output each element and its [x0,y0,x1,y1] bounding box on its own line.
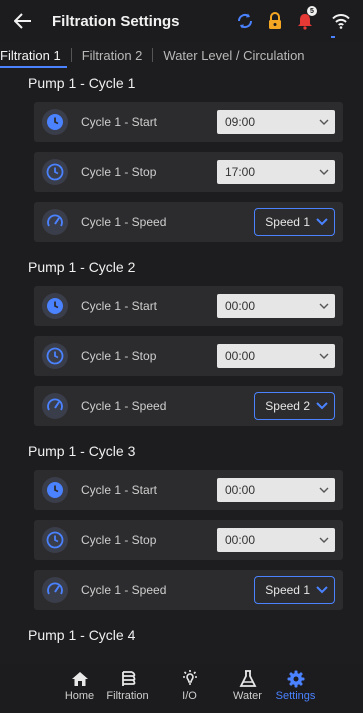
cycle-start-label: Cycle 1 - Start [81,115,158,129]
cycle-start-row: Cycle 1 - Start 00:00 [34,286,343,326]
start-time-select[interactable]: 00:00 [217,478,335,502]
nav-io[interactable]: I/O [166,664,214,713]
speed-select[interactable]: Speed 2 [254,392,335,420]
tab-filtration-2[interactable]: Filtration 2 [72,42,153,68]
settings-list[interactable]: Pump 1 - Cycle 1 Cycle 1 - Start 09:00 C… [0,70,363,664]
speedometer-icon [42,393,68,419]
cycle-start-row: Cycle 1 - Start 09:00 [34,102,343,142]
clock-icon-filled [42,109,68,135]
speed-value: Speed 1 [265,583,310,597]
section-title: Pump 1 - Cycle 2 [28,259,136,275]
bottom-navigation: Home Filtration I/O Water Settings [0,664,363,713]
sync-icon [237,13,253,29]
cycle-start-label: Cycle 1 - Start [81,299,158,313]
clock-icon [42,343,68,369]
cycle-speed-row: Cycle 1 - Speed Speed 2 [34,386,343,426]
start-time-select[interactable]: 00:00 [217,294,335,318]
start-time-select[interactable]: 09:00 [217,110,335,134]
section-title: Pump 1 - Cycle 3 [28,443,136,459]
cycle-stop-row: Cycle 1 - Stop 00:00 [34,520,343,560]
lock-icon [269,12,281,29]
cycle-speed-row: Cycle 1 - Speed Speed 1 [34,570,343,610]
speed-value: Speed 2 [265,399,310,413]
back-arrow-icon [14,13,31,29]
stop-time-select[interactable]: 00:00 [217,344,335,368]
cycle-stop-label: Cycle 1 - Stop [81,349,157,363]
notifications-button[interactable]: 5 [293,6,317,33]
tab-filtration-1[interactable]: Filtration 1 [0,42,71,68]
notification-badge: 5 [307,6,317,16]
chevron-down-icon [319,119,329,125]
cycle-stop-label: Cycle 1 - Stop [81,165,157,179]
stop-time-value: 17:00 [225,165,256,179]
stop-time-value: 00:00 [225,533,256,547]
tab-scroll-indicator [331,36,335,38]
chevron-down-icon [319,537,329,543]
nav-water[interactable]: Water [224,664,272,713]
lock-button[interactable] [263,9,287,33]
nav-filtration[interactable]: Filtration [104,664,152,713]
filtration-icon [121,671,135,686]
stop-time-select[interactable]: 00:00 [217,528,335,552]
chevron-down-icon [319,169,329,175]
tab-bar: Filtration 1 Filtration 2 Water Level / … [0,42,363,68]
wifi-button[interactable] [329,9,353,33]
clock-icon [42,527,68,553]
clock-icon-filled [42,293,68,319]
cycle-stop-row: Cycle 1 - Stop 00:00 [34,336,343,376]
chevron-down-icon [316,402,328,410]
sync-button[interactable] [233,9,257,33]
stop-time-value: 00:00 [225,349,256,363]
cycle-speed-row: Cycle 1 - Speed Speed 1 [34,202,343,242]
nav-home[interactable]: Home [56,664,104,713]
page-title: Filtration Settings [52,12,180,30]
tab-water-level-circulation[interactable]: Water Level / Circulation [153,42,314,68]
cycle-start-label: Cycle 1 - Start [81,483,158,497]
chevron-down-icon [319,487,329,493]
section-title: Pump 1 - Cycle 4 [28,627,136,643]
nav-settings[interactable]: Settings [272,664,320,713]
cycle-speed-label: Cycle 1 - Speed [81,399,167,413]
start-time-value: 00:00 [225,483,256,497]
home-icon [71,672,88,686]
speed-value: Speed 1 [265,215,310,229]
bulb-icon [182,670,197,685]
section-title: Pump 1 - Cycle 1 [28,75,136,91]
chevron-down-icon [319,303,329,309]
chevron-down-icon [316,218,328,226]
gear-icon [287,670,304,688]
clock-icon [42,159,68,185]
speed-select[interactable]: Speed 1 [254,576,335,604]
start-time-value: 00:00 [225,299,256,313]
start-time-value: 09:00 [225,115,256,129]
chevron-down-icon [316,586,328,594]
cycle-start-row: Cycle 1 - Start 00:00 [34,470,343,510]
speedometer-icon [42,577,68,603]
stop-time-select[interactable]: 17:00 [217,160,335,184]
cycle-stop-row: Cycle 1 - Stop 17:00 [34,152,343,192]
wifi-icon [332,14,350,29]
flask-icon [239,670,256,687]
cycle-speed-label: Cycle 1 - Speed [81,215,167,229]
chevron-down-icon [319,353,329,359]
cycle-speed-label: Cycle 1 - Speed [81,583,167,597]
speedometer-icon [42,209,68,235]
cycle-stop-label: Cycle 1 - Stop [81,533,157,547]
app-header: Filtration Settings 5 [0,0,363,42]
clock-icon-filled [42,477,68,503]
back-button[interactable] [10,8,36,34]
speed-select[interactable]: Speed 1 [254,208,335,236]
